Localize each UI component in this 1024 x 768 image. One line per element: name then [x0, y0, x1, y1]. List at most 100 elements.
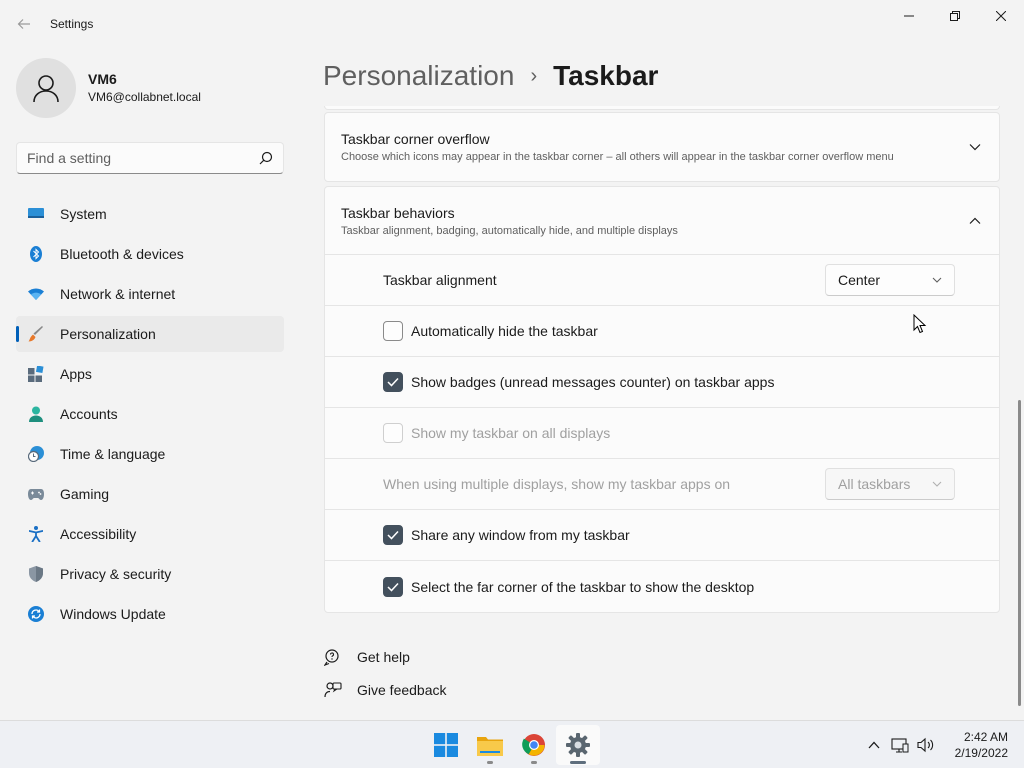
sidebar-nav: System Bluetooth & devices Network & int…: [16, 196, 284, 636]
sidebar-item-accounts[interactable]: Accounts: [16, 396, 284, 432]
active-indicator: [570, 761, 586, 764]
sidebar-item-time-language[interactable]: Time & language: [16, 436, 284, 472]
share-window-row[interactable]: Share any window from my taskbar: [325, 510, 999, 561]
wifi-icon: [28, 286, 44, 302]
get-help-link[interactable]: Get help: [323, 640, 447, 673]
behaviors-title: Taskbar behaviors: [341, 204, 455, 221]
app-title: Settings: [50, 17, 94, 31]
auto-hide-label: Automatically hide the taskbar: [411, 323, 598, 339]
chrome-button[interactable]: [512, 725, 556, 765]
bluetooth-icon: [28, 246, 44, 262]
maximize-button[interactable]: [932, 0, 978, 32]
far-corner-row[interactable]: Select the far corner of the taskbar to …: [325, 561, 999, 612]
sidebar-item-accessibility[interactable]: Accessibility: [16, 516, 284, 552]
sidebar-item-label: Apps: [60, 366, 92, 382]
breadcrumb-separator: ›: [530, 64, 538, 87]
sidebar-item-apps[interactable]: Apps: [16, 356, 284, 392]
sidebar-item-windows-update[interactable]: Windows Update: [16, 596, 284, 632]
settings-button[interactable]: [556, 725, 600, 765]
search-icon: [259, 151, 273, 165]
profile-email: VM6@collabnet.local: [88, 90, 201, 104]
clock-globe-icon: [28, 446, 44, 462]
search-input[interactable]: [27, 150, 259, 166]
file-explorer-icon: [477, 737, 503, 756]
minimize-button[interactable]: [886, 0, 932, 32]
profile-name: VM6: [88, 71, 117, 87]
multi-display-apps-dropdown: All taskbars: [825, 468, 955, 500]
mouse-cursor-icon: [913, 313, 927, 337]
clock-date: 2/19/2022: [954, 746, 1008, 760]
chevron-up-icon[interactable]: [863, 734, 885, 756]
chevron-down-icon: [932, 277, 942, 283]
page-title: Taskbar: [553, 60, 659, 91]
sidebar-item-system[interactable]: System: [16, 196, 284, 232]
help-chat-icon: [323, 647, 343, 667]
behaviors-expander[interactable]: Taskbar behaviors Taskbar alignment, bad…: [325, 187, 999, 255]
close-button[interactable]: [978, 0, 1024, 32]
breadcrumb-parent[interactable]: Personalization: [323, 60, 514, 92]
clock-time: 2:42 AM: [963, 730, 1008, 744]
sidebar-item-label: Time & language: [60, 446, 166, 462]
multi-display-apps-label: When using multiple displays, show my ta…: [383, 476, 731, 492]
sidebar-item-personalization[interactable]: Personalization: [16, 316, 284, 352]
sidebar-item-label: Bluetooth & devices: [60, 246, 184, 262]
sidebar-item-label: Privacy & security: [60, 566, 172, 582]
taskbar-apps: [424, 725, 600, 765]
chrome-icon: [522, 734, 545, 756]
far-corner-checkbox[interactable]: [383, 576, 403, 597]
corner-overflow-expander[interactable]: Taskbar corner overflow Choose which ico…: [325, 113, 999, 181]
sidebar-item-label: System: [60, 206, 107, 222]
back-button[interactable]: [12, 12, 36, 36]
sidebar-item-network[interactable]: Network & internet: [16, 276, 284, 312]
scrollbar[interactable]: [1018, 400, 1021, 706]
sidebar-item-bluetooth[interactable]: Bluetooth & devices: [16, 236, 284, 272]
all-displays-label: Show my taskbar on all displays: [411, 425, 611, 441]
title-bar: Settings: [0, 0, 1024, 48]
person-icon: [28, 406, 44, 422]
start-icon: [434, 733, 458, 757]
brush-icon: [28, 326, 44, 342]
restore-icon: [950, 11, 960, 21]
running-indicator: [531, 761, 537, 764]
volume-icon[interactable]: [915, 734, 937, 756]
person-icon: [33, 75, 59, 103]
checkmark-icon: [387, 530, 399, 540]
start-button[interactable]: [424, 725, 468, 765]
help-links: Get help Give feedback: [323, 640, 447, 706]
sidebar-item-gaming[interactable]: Gaming: [16, 476, 284, 512]
sidebar-item-label: Windows Update: [60, 606, 166, 622]
badges-row[interactable]: Show badges (unread messages counter) on…: [325, 357, 999, 408]
give-feedback-label: Give feedback: [357, 681, 447, 698]
gamepad-icon: [28, 486, 44, 502]
chevron-up-icon: [967, 213, 983, 229]
all-displays-checkbox: [383, 423, 403, 443]
chevron-down-icon: [967, 139, 983, 155]
network-icon[interactable]: [889, 734, 911, 756]
apps-icon: [28, 366, 44, 382]
all-displays-row: Show my taskbar on all displays: [325, 408, 999, 459]
behaviors-description: Taskbar alignment, badging, automaticall…: [341, 224, 678, 237]
chevron-down-icon: [932, 481, 942, 487]
auto-hide-row[interactable]: Automatically hide the taskbar: [325, 306, 999, 357]
give-feedback-link[interactable]: Give feedback: [323, 673, 447, 706]
corner-overflow-card: Taskbar corner overflow Choose which ico…: [324, 112, 1000, 182]
clock[interactable]: 2:42 AM 2/19/2022: [955, 729, 1008, 761]
far-corner-label: Select the far corner of the taskbar to …: [411, 578, 755, 595]
checkmark-icon: [387, 377, 399, 387]
file-explorer-button[interactable]: [468, 725, 512, 765]
update-icon: [28, 606, 44, 622]
taskbar-alignment-value: Center: [838, 272, 881, 288]
taskbar-alignment-dropdown[interactable]: Center: [825, 264, 955, 296]
sidebar-item-privacy[interactable]: Privacy & security: [16, 556, 284, 592]
user-profile[interactable]: VM6 VM6@collabnet.local: [16, 58, 201, 118]
multi-display-apps-row: When using multiple displays, show my ta…: [325, 459, 999, 510]
badges-label: Show badges (unread messages counter) on…: [411, 374, 775, 390]
previous-card-edge: [324, 106, 1000, 110]
feedback-icon: [323, 680, 343, 700]
auto-hide-checkbox[interactable]: [383, 321, 403, 341]
search-box[interactable]: [16, 142, 284, 174]
share-window-checkbox[interactable]: [383, 525, 403, 545]
sidebar-item-label: Personalization: [60, 326, 156, 342]
accessibility-icon: [28, 526, 44, 542]
badges-checkbox[interactable]: [383, 372, 403, 392]
